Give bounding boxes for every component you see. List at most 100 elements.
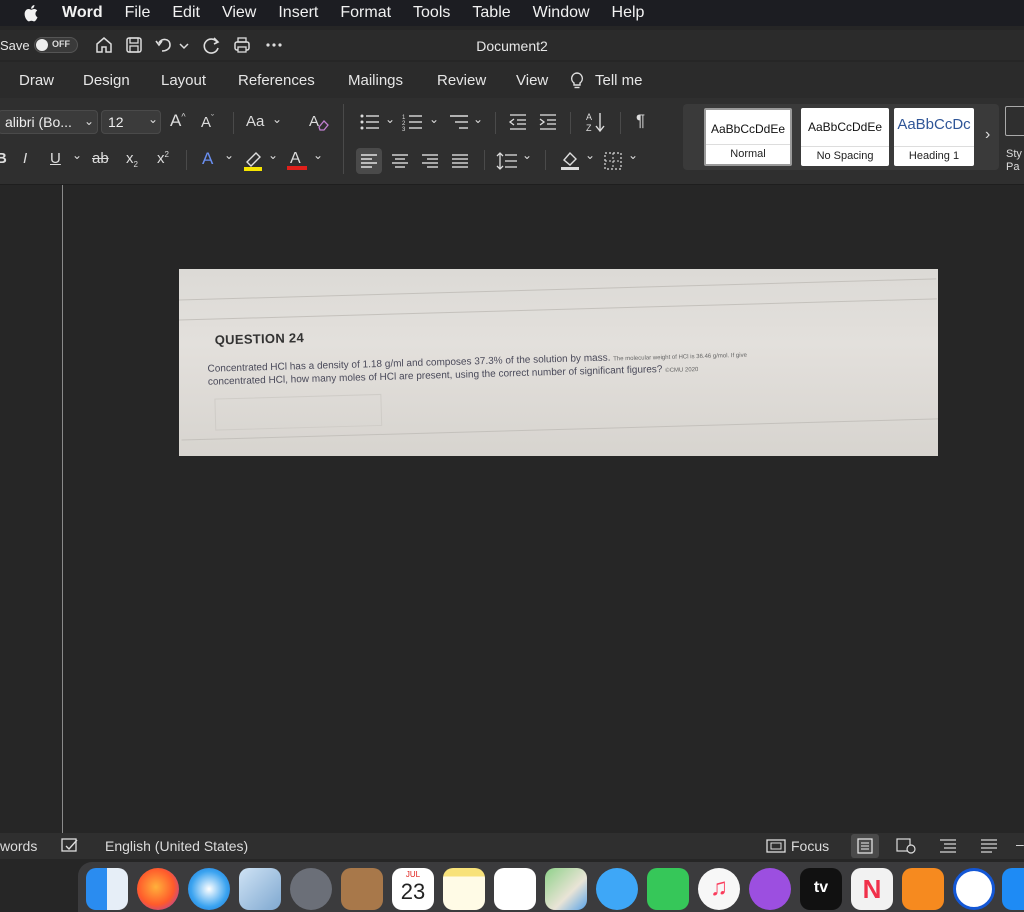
menu-tools[interactable]: Tools: [413, 4, 450, 22]
tab-view[interactable]: View: [516, 72, 548, 89]
menu-app-word[interactable]: Word: [62, 4, 103, 22]
calendar-icon[interactable]: JUL 23: [392, 868, 434, 910]
align-right-icon[interactable]: [421, 153, 439, 169]
menu-file[interactable]: File: [125, 4, 151, 22]
tell-me-search[interactable]: Tell me: [595, 72, 643, 89]
outline-view-icon[interactable]: [939, 838, 957, 854]
browser-app-icon[interactable]: [953, 868, 995, 910]
launchpad-icon[interactable]: [290, 868, 332, 910]
podcasts-icon[interactable]: [749, 868, 791, 910]
print-layout-button[interactable]: [851, 834, 879, 858]
menu-table[interactable]: Table: [472, 4, 510, 22]
menu-edit[interactable]: Edit: [172, 4, 200, 22]
style-sample: AaBbCcDdEe: [807, 120, 883, 134]
sort-icon[interactable]: A Z: [585, 110, 607, 134]
chevron-down-icon: ⌄: [72, 148, 83, 162]
style-name: Normal: [706, 144, 790, 160]
menu-help[interactable]: Help: [612, 4, 645, 22]
style-heading-1[interactable]: AaBbCcDc Heading 1: [894, 108, 974, 166]
styles-pane-label[interactable]: Sty Pa: [1006, 148, 1024, 174]
strikethrough-icon[interactable]: ab: [92, 150, 109, 167]
align-left-icon: [361, 154, 377, 168]
superscript-icon[interactable]: x2: [157, 150, 169, 167]
menu-view[interactable]: View: [222, 4, 256, 22]
menu-insert[interactable]: Insert: [278, 4, 318, 22]
zoom-slider[interactable]: –: [1016, 836, 1024, 852]
highlighter-icon[interactable]: [241, 148, 265, 172]
tab-layout[interactable]: Layout: [161, 72, 206, 89]
shrink-font-icon[interactable]: Aˇ: [201, 113, 214, 131]
ribbon-separator: [495, 112, 496, 134]
proofing-icon[interactable]: [60, 837, 80, 855]
shading-icon[interactable]: [559, 148, 583, 172]
underline-icon[interactable]: U: [50, 150, 61, 167]
italic-icon[interactable]: I: [23, 150, 27, 167]
style-normal[interactable]: AaBbCcDdEe Normal: [704, 108, 792, 166]
multilevel-list-icon[interactable]: [448, 112, 470, 132]
tab-design[interactable]: Design: [83, 72, 130, 89]
facetime-icon[interactable]: [647, 868, 689, 910]
apple-logo-icon[interactable]: [24, 4, 40, 22]
tab-review[interactable]: Review: [437, 72, 486, 89]
align-left-button[interactable]: [356, 148, 382, 174]
messages-icon[interactable]: [596, 868, 638, 910]
menu-format[interactable]: Format: [340, 4, 391, 22]
clear-formatting-icon[interactable]: A: [307, 111, 329, 133]
grow-font-icon[interactable]: A^: [170, 111, 186, 131]
focus-icon[interactable]: [766, 839, 786, 853]
chevron-down-icon: ⌄: [268, 148, 279, 162]
finder-icon[interactable]: [86, 868, 128, 910]
safari-icon[interactable]: [188, 868, 230, 910]
tab-references[interactable]: References: [238, 72, 315, 89]
bold-icon[interactable]: B: [0, 150, 7, 167]
subscript-icon[interactable]: x2: [126, 150, 138, 169]
photo-rule-line: [179, 278, 937, 301]
maps-icon[interactable]: [545, 868, 587, 910]
numbering-icon[interactable]: 1 2 3: [402, 112, 424, 132]
books-icon[interactable]: [902, 868, 944, 910]
music-icon[interactable]: ♫: [698, 868, 740, 910]
chevron-down-icon: ⌄: [385, 112, 396, 126]
chevron-down-icon: ⌄: [585, 148, 596, 162]
focus-button[interactable]: Focus: [791, 838, 829, 854]
music-note-icon: ♫: [710, 874, 728, 901]
news-icon[interactable]: N: [851, 868, 893, 910]
font-size-value: 12: [108, 114, 124, 130]
contacts-icon[interactable]: [341, 868, 383, 910]
line-spacing-icon[interactable]: [496, 151, 518, 171]
draft-view-icon[interactable]: [980, 838, 998, 854]
chevron-right-icon[interactable]: ›: [985, 126, 990, 144]
tab-mailings[interactable]: Mailings: [348, 72, 403, 89]
page-left-edge: [62, 185, 63, 833]
pilcrow-icon[interactable]: ¶: [636, 111, 645, 131]
align-center-icon[interactable]: [391, 153, 409, 169]
apple-tv-label: tv: [813, 879, 829, 896]
word-count[interactable]: words: [0, 838, 37, 854]
menu-window[interactable]: Window: [533, 4, 590, 22]
ribbon-separator: [620, 112, 621, 134]
change-case-button[interactable]: Aa: [246, 113, 264, 130]
question-photo[interactable]: QUESTION 24 Concentrated HCl has a densi…: [179, 269, 938, 456]
app-store-icon[interactable]: [1002, 868, 1024, 910]
text-effects-icon[interactable]: A: [202, 149, 213, 169]
notes-icon[interactable]: [443, 868, 485, 910]
bullets-icon[interactable]: [359, 112, 381, 132]
web-layout-icon[interactable]: [896, 838, 916, 854]
decrease-indent-icon[interactable]: [508, 112, 528, 132]
justify-icon[interactable]: [451, 153, 469, 169]
font-color-icon[interactable]: A: [285, 147, 309, 172]
apple-tv-icon[interactable]: tv: [800, 868, 842, 910]
style-no-spacing[interactable]: AaBbCcDdEe No Spacing: [801, 108, 889, 166]
increase-indent-icon[interactable]: [538, 112, 558, 132]
reminders-icon[interactable]: [494, 868, 536, 910]
styles-pane-icon[interactable]: [1005, 106, 1024, 136]
language-status[interactable]: English (United States): [105, 838, 248, 854]
photo-content: QUESTION 24 Concentrated HCl has a densi…: [179, 269, 938, 456]
chevron-down-icon: ⌄: [313, 148, 324, 162]
question-title: QUESTION 24: [214, 330, 305, 348]
borders-icon[interactable]: [603, 151, 623, 171]
firefox-icon[interactable]: [137, 868, 179, 910]
svg-text:3: 3: [402, 127, 406, 132]
mail-stamp-icon[interactable]: [239, 868, 281, 910]
tab-draw[interactable]: Draw: [19, 72, 54, 89]
